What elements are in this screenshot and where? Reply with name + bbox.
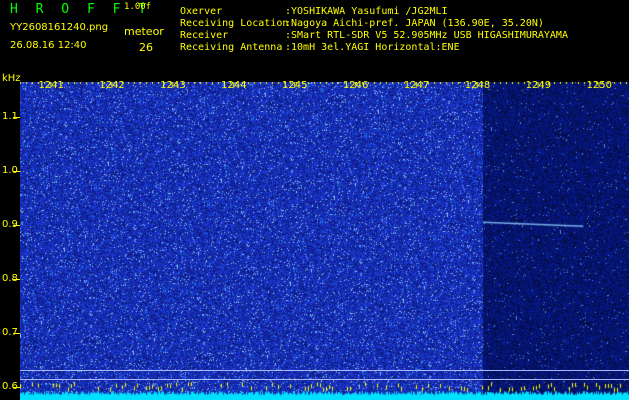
y-tick-mark [13,333,20,334]
location-value: :Nagoya Aichi-pref. JAPAN (136.90E, 35.2… [285,18,544,29]
reference-line-upper [20,370,629,371]
meteor-count: 26 [139,41,153,54]
observer-value: :YOSHIKAWA Yasufumi /JG2MLI [285,6,448,17]
meteor-label: meteor [124,25,164,38]
x-tick-label: 1245 [282,80,308,91]
x-tick-label: 1249 [525,80,552,91]
x-tick-label: 1246 [342,80,369,91]
datetime-label: 26.08.16 12:40 [10,40,87,51]
y-tick-mark [13,387,20,388]
spectrogram-plot [20,82,629,400]
x-tick-label: 1243 [160,80,186,91]
y-tick-mark [13,171,20,172]
antenna-label: Receiving Antenna [180,42,283,53]
x-tick-label: 1244 [221,80,247,91]
y-tick-mark [13,117,20,118]
version-label: 1.00f [124,2,152,12]
reference-line-lower [20,379,629,380]
y-tick-mark [13,279,20,280]
x-tick-label: 1247 [403,80,430,91]
x-tick-label: 1242 [99,80,125,91]
x-tick-label: 1248 [464,80,491,91]
frequency-unit-label: kHz [2,73,21,84]
x-tick-label: 1250 [586,80,612,91]
x-tick-label: 1241 [38,80,64,91]
receiver-value: :SMart RTL-SDR V5 52.905MHz USB HIGASHIM… [285,30,568,41]
location-label: Receiving Location [180,18,289,29]
filename-label: YY2608161240.png [10,22,109,33]
observer-label: Oxerver [180,6,223,17]
y-tick-mark [13,225,20,226]
antenna-value: :10mH 3el.YAGI Horizontal:ENE [285,42,460,53]
receiver-label: Receiver [180,30,229,41]
